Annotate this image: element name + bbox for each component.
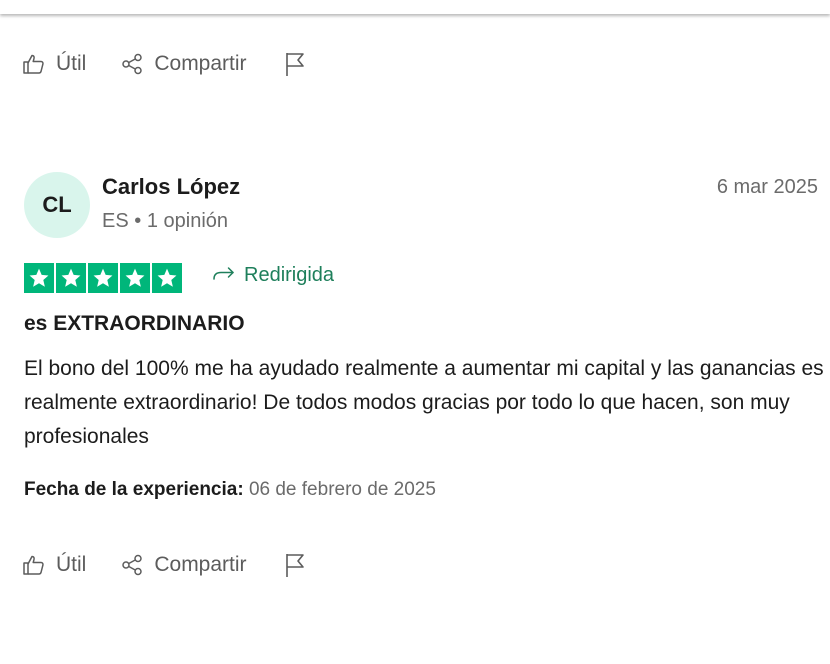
star-4 bbox=[120, 263, 150, 293]
share-label: Compartir bbox=[154, 52, 247, 75]
share-button[interactable]: Compartir bbox=[120, 52, 247, 76]
flag-icon bbox=[283, 552, 307, 578]
star-rating bbox=[24, 263, 182, 293]
share-icon bbox=[120, 553, 144, 577]
previous-review-card-edge bbox=[0, 0, 830, 14]
thumbs-up-icon bbox=[22, 52, 46, 76]
redirected-badge[interactable]: Redirigida bbox=[212, 264, 334, 287]
experience-date-value: 06 de febrero de 2025 bbox=[248, 479, 436, 500]
thumbs-up-icon bbox=[22, 553, 46, 577]
flag-icon bbox=[283, 51, 307, 77]
review-date: 6 mar 2025 bbox=[716, 176, 818, 198]
star-1 bbox=[24, 263, 54, 293]
review-actions: Útil Compartir bbox=[22, 551, 307, 579]
review-count: 1 opinión bbox=[146, 210, 229, 232]
star-2 bbox=[56, 263, 86, 293]
review-title[interactable]: es EXTRAORDINARIO bbox=[24, 312, 245, 336]
useful-label: Útil bbox=[56, 553, 87, 576]
share-icon bbox=[120, 52, 144, 76]
report-button[interactable] bbox=[283, 51, 307, 77]
experience-date-label: Fecha de la experiencia: bbox=[24, 479, 244, 500]
useful-button[interactable]: Útil bbox=[22, 52, 86, 76]
share-button[interactable]: Compartir bbox=[120, 553, 247, 577]
meta-separator: • bbox=[134, 210, 142, 232]
experience-date: Fecha de la experiencia: 06 de febrero d… bbox=[24, 479, 436, 501]
previous-review-actions: Útil Compartir bbox=[22, 50, 307, 78]
redirect-label: Redirigida bbox=[244, 264, 335, 286]
reviewer-name[interactable]: Carlos López bbox=[102, 174, 240, 200]
report-button[interactable] bbox=[283, 552, 307, 578]
reviewer-meta: ES • 1 opinión bbox=[102, 210, 228, 233]
redirect-arrow-icon bbox=[212, 264, 236, 287]
star-5 bbox=[152, 263, 182, 293]
share-label: Compartir bbox=[154, 553, 247, 576]
avatar[interactable]: CL bbox=[24, 172, 90, 238]
useful-button[interactable]: Útil bbox=[22, 553, 86, 577]
star-3 bbox=[88, 263, 118, 293]
reviewer-country: ES bbox=[102, 210, 129, 232]
review-body: El bono del 100% me ha ayudado realmente… bbox=[24, 357, 824, 448]
useful-label: Útil bbox=[56, 52, 87, 75]
